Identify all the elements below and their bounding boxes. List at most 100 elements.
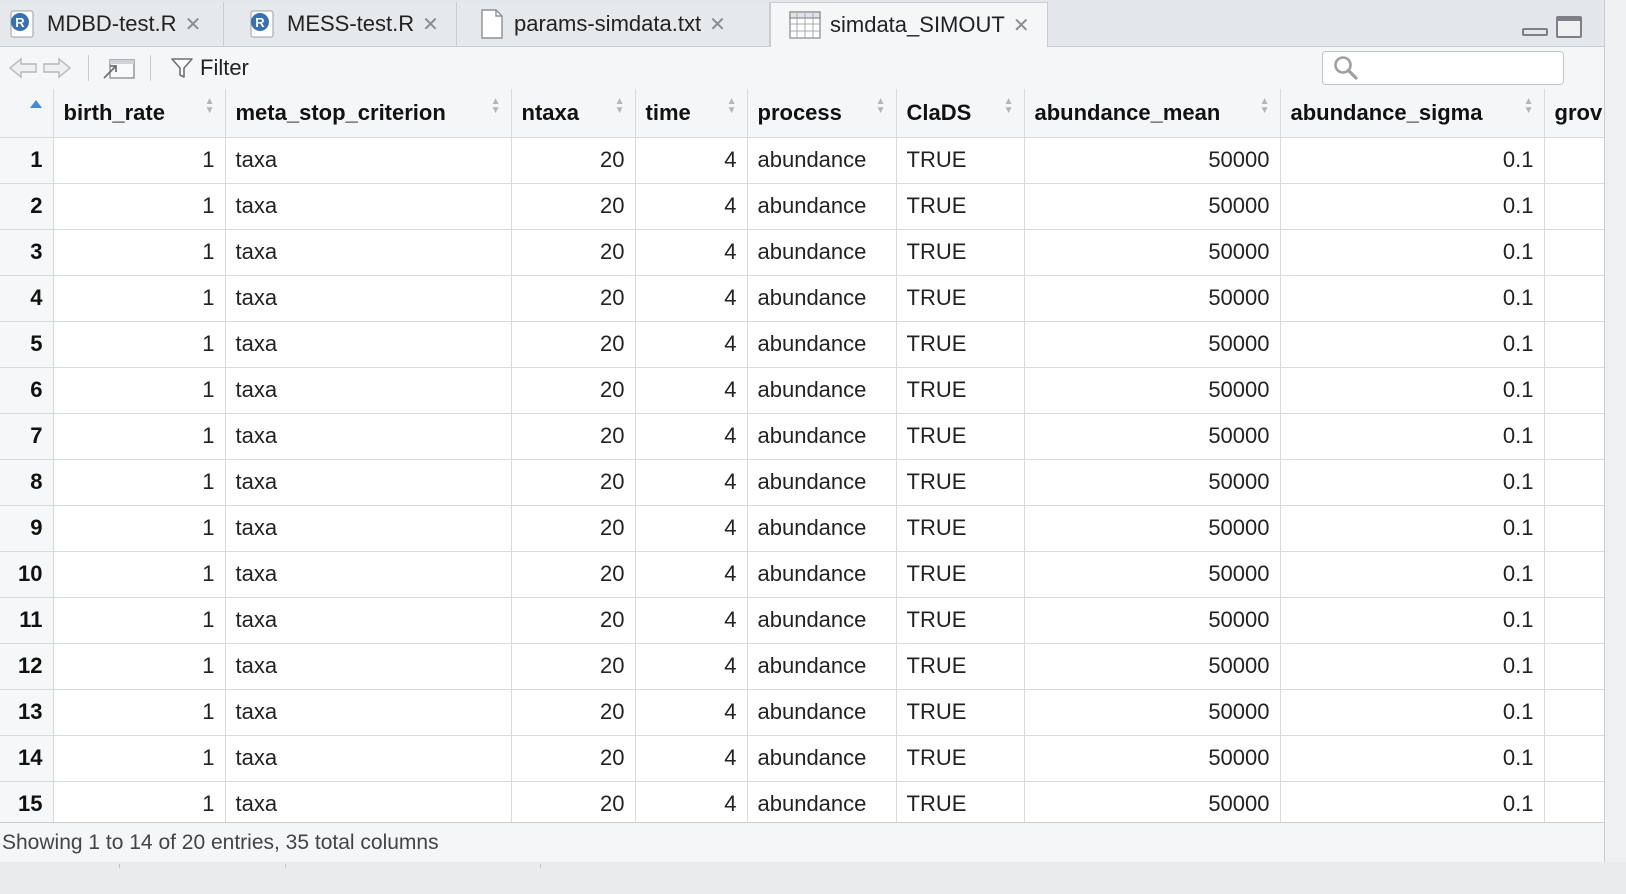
table-cell: 20 xyxy=(511,781,636,822)
back-button[interactable] xyxy=(8,47,38,89)
table-row[interactable]: 12 1 taxa 20 4 abundance TRUE 50000 0.1 xyxy=(0,643,1604,690)
table-cell: 20 xyxy=(511,459,636,506)
table-cell: 0.1 xyxy=(1280,735,1545,782)
table-cell: 0.1 xyxy=(1280,689,1545,736)
table-cell xyxy=(1544,551,1604,598)
table-cell xyxy=(1544,459,1604,506)
table-cell: 4 xyxy=(635,735,748,782)
tab-mdbd-test[interactable]: R MDBD-test.R ✕ xyxy=(0,2,224,46)
table-cell: 4 xyxy=(635,781,748,822)
forward-button[interactable] xyxy=(42,47,72,89)
row-number: 2 xyxy=(0,183,54,230)
tab-mess-test[interactable]: R MESS-test.R ✕ xyxy=(224,2,457,46)
table-cell: abundance xyxy=(747,137,897,184)
table-cell xyxy=(1544,183,1604,230)
sort-toggle-icon: ▲ ▼ xyxy=(1523,96,1534,116)
table-cell: 4 xyxy=(635,229,748,276)
table-cell: 1 xyxy=(53,367,226,414)
column-header[interactable]: meta_stop_criterion ▲ ▼ xyxy=(225,89,512,138)
table-cell: taxa xyxy=(225,413,512,460)
close-icon[interactable]: ✕ xyxy=(422,12,439,37)
popout-window-icon xyxy=(103,59,135,79)
table-cell: 50000 xyxy=(1024,229,1281,276)
table-row[interactable]: 10 1 taxa 20 4 abundance TRUE 50000 0.1 xyxy=(0,551,1604,598)
table-cell xyxy=(1544,735,1604,782)
column-header[interactable]: process ▲ ▼ xyxy=(747,89,897,138)
table-body: 1 1 taxa 20 4 abundance TRUE 50000 0.1 2 1 taxa 20 4 a… xyxy=(0,137,1604,822)
row-number: 14 xyxy=(0,735,54,782)
table-cell: 0.1 xyxy=(1280,551,1545,598)
table-cell: 1 xyxy=(53,413,226,460)
tab-label: simdata_SIMOUT xyxy=(830,12,1005,37)
tab-label: params-simdata.txt xyxy=(514,11,702,36)
data-table: birth_rate ▲ ▼ meta_stop_criterion ▲ ▼ ntaxa… xyxy=(0,89,1604,822)
column-header[interactable]: ClaDS ▲ ▼ xyxy=(896,89,1025,138)
table-cell: 0.1 xyxy=(1280,459,1545,506)
column-header[interactable]: abundance_mean ▲ ▼ xyxy=(1024,89,1281,138)
close-icon[interactable]: ✕ xyxy=(1013,13,1030,38)
sort-toggle-icon: ▲ ▼ xyxy=(204,96,215,116)
maximize-pane-icon[interactable] xyxy=(1556,16,1582,38)
table-cell: 50000 xyxy=(1024,643,1281,690)
table-cell: 1 xyxy=(53,137,226,184)
status-bar: Showing 1 to 14 of 20 entries, 35 total … xyxy=(0,822,1604,862)
row-number-header[interactable] xyxy=(0,89,54,138)
row-number: 1 xyxy=(0,137,54,184)
column-header-label: birth_rate xyxy=(63,99,165,125)
table-cell: 20 xyxy=(511,597,636,644)
show-in-new-window-button[interactable] xyxy=(102,47,136,89)
column-header[interactable]: time ▲ ▼ xyxy=(635,89,748,138)
column-header[interactable]: ntaxa ▲ ▼ xyxy=(511,89,636,138)
table-cell: 4 xyxy=(635,597,748,644)
table-row[interactable]: 7 1 taxa 20 4 abundance TRUE 50000 0.1 xyxy=(0,413,1604,460)
table-row[interactable]: 11 1 taxa 20 4 abundance TRUE 50000 0.1 xyxy=(0,597,1604,644)
table-cell: taxa xyxy=(225,551,512,598)
row-number: 15 xyxy=(0,781,54,822)
close-icon[interactable]: ✕ xyxy=(709,12,726,37)
tab-simdata-simout[interactable]: simdata_SIMOUT ✕ xyxy=(770,2,1048,47)
table-row[interactable]: 9 1 taxa 20 4 abundance TRUE 50000 0.1 xyxy=(0,505,1604,552)
svg-text:R: R xyxy=(255,15,265,30)
sort-toggle-icon: ▲ ▼ xyxy=(875,96,886,116)
table-cell: 4 xyxy=(635,183,748,230)
arrow-right-icon xyxy=(43,57,72,79)
table-row[interactable]: 3 1 taxa 20 4 abundance TRUE 50000 0.1 xyxy=(0,229,1604,276)
tab-params-simdata[interactable]: params-simdata.txt ✕ xyxy=(457,2,770,46)
column-header[interactable]: birth_rate ▲ ▼ xyxy=(53,89,226,138)
table-row[interactable]: 4 1 taxa 20 4 abundance TRUE 50000 0.1 xyxy=(0,275,1604,322)
pane-right-edge xyxy=(1604,0,1626,862)
table-cell: 1 xyxy=(53,551,226,598)
table-row[interactable]: 14 1 taxa 20 4 abundance TRUE 50000 0.1 xyxy=(0,735,1604,782)
table-row[interactable]: 13 1 taxa 20 4 abundance TRUE 50000 0.1 xyxy=(0,689,1604,736)
table-cell: taxa xyxy=(225,597,512,644)
table-cell: 20 xyxy=(511,275,636,322)
sort-toggle-icon: ▲ ▼ xyxy=(1259,96,1270,116)
toolbar-divider xyxy=(150,55,151,81)
table-cell: abundance xyxy=(747,551,897,598)
table-row[interactable]: 5 1 taxa 20 4 abundance TRUE 50000 0.1 xyxy=(0,321,1604,368)
table-cell: abundance xyxy=(747,735,897,782)
table-cell: taxa xyxy=(225,689,512,736)
column-header[interactable]: abundance_sigma ▲ ▼ xyxy=(1280,89,1545,138)
table-cell: TRUE xyxy=(896,551,1025,598)
table-row[interactable]: 6 1 taxa 20 4 abundance TRUE 50000 0.1 xyxy=(0,367,1604,414)
table-cell: 50000 xyxy=(1024,413,1281,460)
table-cell: 0.1 xyxy=(1280,413,1545,460)
search-box[interactable] xyxy=(1322,51,1564,85)
table-row[interactable]: 1 1 taxa 20 4 abundance TRUE 50000 0.1 xyxy=(0,137,1604,184)
table-cell: TRUE xyxy=(896,781,1025,822)
pane-divider xyxy=(285,864,286,868)
table-cell: 0.1 xyxy=(1280,597,1545,644)
data-grid[interactable]: birth_rate ▲ ▼ meta_stop_criterion ▲ ▼ ntaxa… xyxy=(0,89,1604,822)
table-cell: 50000 xyxy=(1024,183,1281,230)
column-header[interactable]: grov xyxy=(1544,89,1604,138)
close-icon[interactable]: ✕ xyxy=(185,12,202,37)
table-cell: TRUE xyxy=(896,183,1025,230)
filter-button[interactable]: Filter xyxy=(170,47,249,89)
table-cell: TRUE xyxy=(896,735,1025,782)
table-row[interactable]: 8 1 taxa 20 4 abundance TRUE 50000 0.1 xyxy=(0,459,1604,506)
search-input[interactable] xyxy=(1359,53,1553,83)
table-row[interactable]: 2 1 taxa 20 4 abundance TRUE 50000 0.1 xyxy=(0,183,1604,230)
minimize-pane-icon[interactable] xyxy=(1522,28,1548,36)
table-row[interactable]: 15 1 taxa 20 4 abundance TRUE 50000 0.1 xyxy=(0,781,1604,822)
